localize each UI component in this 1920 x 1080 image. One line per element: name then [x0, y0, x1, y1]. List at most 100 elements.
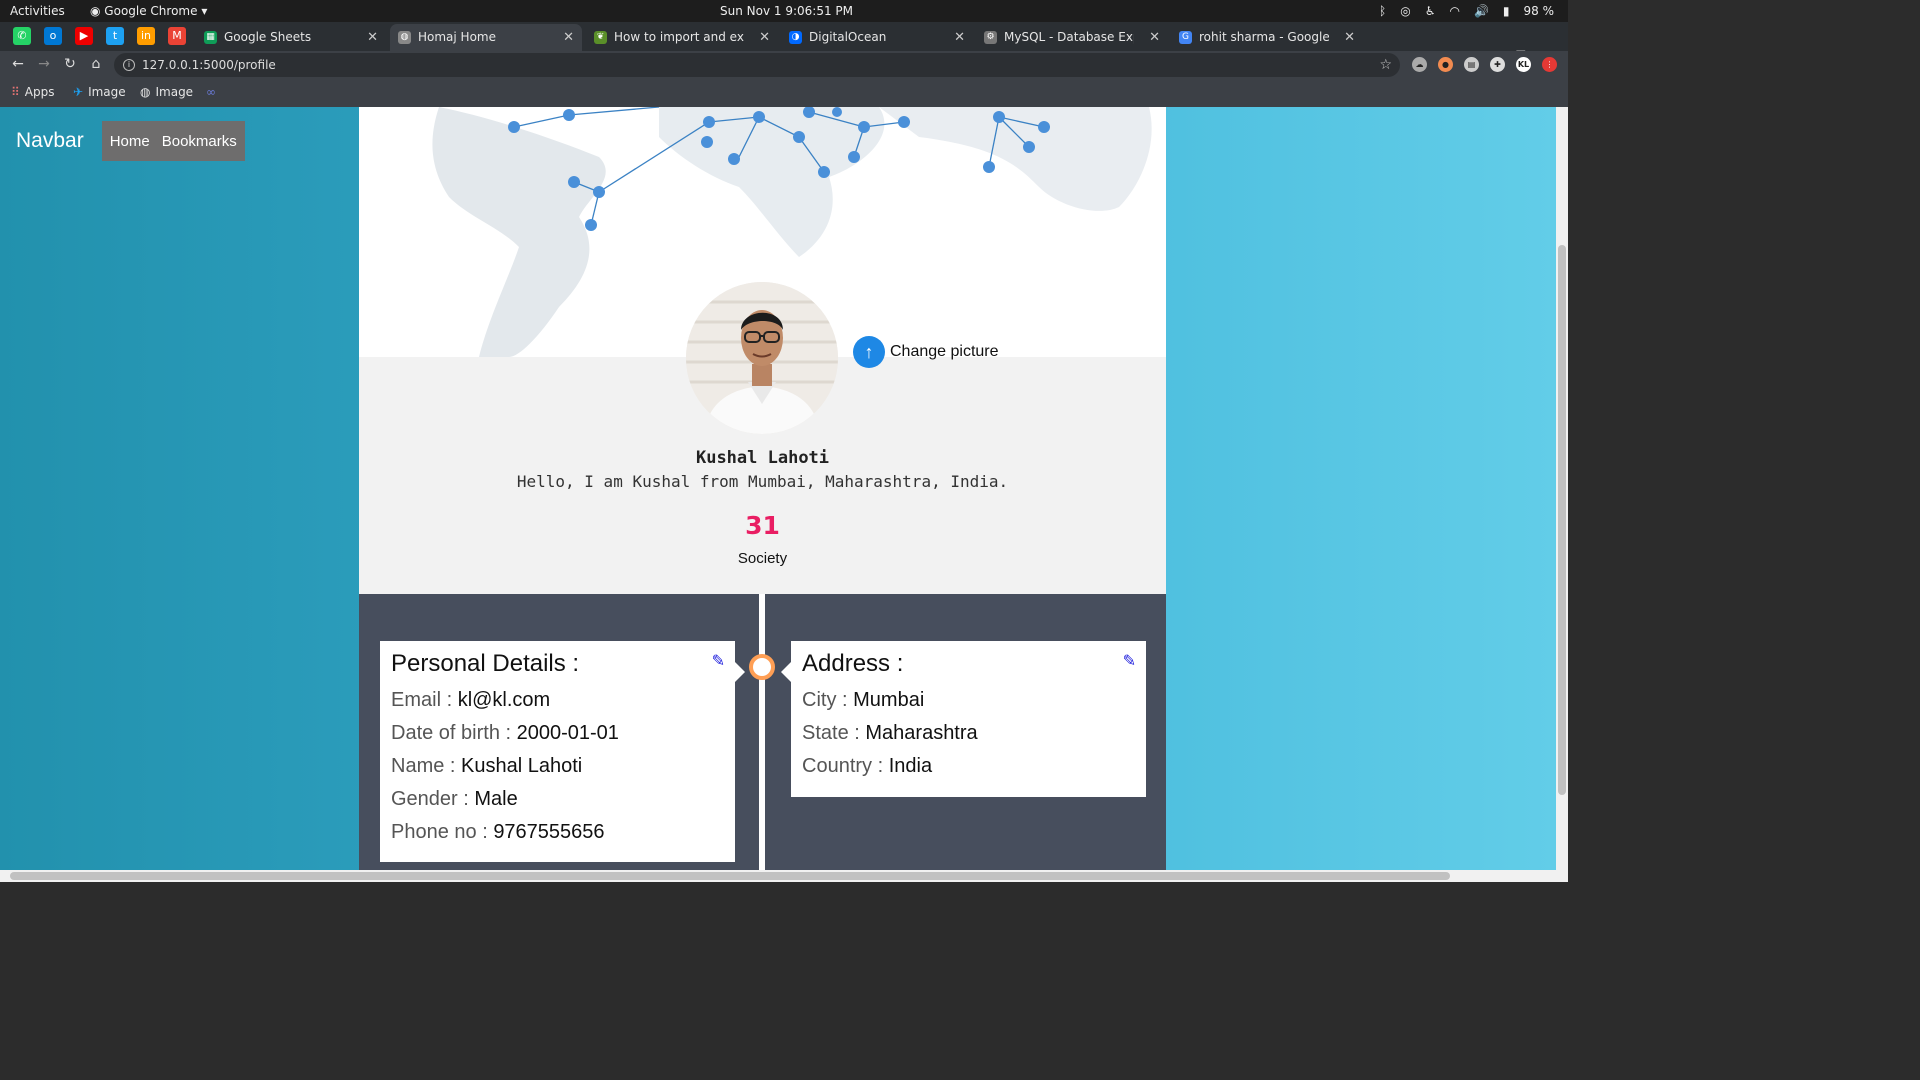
email-row: Email : kl@kl.com — [391, 684, 724, 717]
outlook-pinned-tab[interactable]: o — [44, 27, 62, 45]
globe-icon: ◍ — [140, 85, 151, 99]
edit-personal-pencil-icon[interactable]: ✎ — [712, 651, 725, 671]
chrome-remote-icon: ◎ — [1400, 4, 1411, 18]
nav-home-link[interactable]: Home — [110, 133, 150, 150]
upload-arrow-icon: ↑ — [853, 336, 885, 368]
tab-google-search[interactable]: G rohit sharma - Google Sea ✕ — [1171, 24, 1363, 51]
whatsapp-icon: ✆ — [17, 29, 27, 42]
navbar-brand[interactable]: Navbar — [16, 129, 84, 153]
vertical-scroll-thumb[interactable] — [1558, 245, 1566, 795]
nav-bookmarks-link[interactable]: Bookmarks — [162, 133, 237, 150]
twitter-icon: t — [112, 29, 118, 42]
country-row: Country : India — [802, 750, 1135, 783]
system-tray[interactable]: ᛒ ◎ ♿ ◠ 🔊 ▮ 98 % — [1379, 4, 1554, 18]
whatsapp-pinned-tab[interactable]: ✆ — [13, 27, 31, 45]
close-icon[interactable]: ✕ — [367, 24, 378, 51]
app-menu[interactable]: ◉ Google Chrome ▾ — [90, 4, 207, 18]
twitter-pinned-tab[interactable]: t — [106, 27, 124, 45]
bookmark-image-twitter[interactable]: ✈ Image — [73, 85, 126, 99]
field-label: Country : — [802, 755, 884, 777]
close-icon[interactable]: ✕ — [563, 24, 574, 51]
tab-title: DigitalOcean — [809, 30, 887, 44]
gender-row: Gender : Male — [391, 783, 724, 816]
tab-title: How to import and expor — [614, 30, 744, 44]
name-value: Kushal Lahoti — [461, 755, 583, 777]
tab-title: Google Sheets — [224, 30, 312, 44]
card-pointer-right — [781, 662, 791, 682]
activities-button[interactable]: Activities — [10, 4, 65, 18]
forward-icon[interactable]: → — [35, 56, 53, 72]
edit-address-pencil-icon[interactable]: ✎ — [1123, 651, 1136, 671]
battery-level: 98 % — [1523, 4, 1555, 18]
gender-value: Male — [474, 788, 518, 810]
youtube-icon: ▶ — [79, 29, 89, 42]
gmail-pinned-tab[interactable]: M — [168, 27, 186, 45]
os-top-bar: Activities ◉ Google Chrome ▾ Sun Nov 1 9… — [0, 0, 1568, 22]
profile-avatar[interactable]: KL — [1516, 57, 1531, 72]
vertical-scrollbar[interactable] — [1556, 107, 1568, 870]
bookmark-extra[interactable]: ∞ — [206, 85, 216, 99]
tab-google-sheets[interactable]: ▦ Google Sheets ✕ — [196, 24, 386, 51]
bookmarks-bar: ⠿ Apps ✈ Image ◍ Image ∞ — [0, 79, 1568, 107]
apps-grid-icon: ⠿ — [11, 85, 20, 99]
card-pointer-left — [735, 662, 745, 682]
field-label: Name : — [391, 755, 456, 777]
horizontal-scrollbar[interactable] — [0, 870, 1568, 882]
phone-value: 9767555656 — [493, 821, 605, 843]
society-count: 31 — [745, 511, 780, 540]
close-icon[interactable]: ✕ — [759, 24, 770, 51]
wifi-icon: ◠ — [1449, 4, 1460, 18]
home-icon[interactable]: ⌂ — [87, 56, 105, 72]
horizontal-scroll-thumb[interactable] — [10, 872, 1450, 880]
close-icon[interactable]: ✕ — [1344, 24, 1355, 51]
info-icon[interactable]: i — [123, 59, 135, 71]
puzzle-extensions-icon[interactable]: ✚ — [1490, 57, 1505, 72]
tab-strip: ✆ o ▶ t in M ▦ Google Sheets ✕ ◍ Homaj H… — [0, 22, 1568, 68]
twitter-icon: ✈ — [73, 85, 84, 99]
reload-icon[interactable]: ↻ — [61, 56, 79, 72]
page-viewport: Navbar Home Bookmarks ↑ Change picture K… — [0, 107, 1556, 870]
profile-bio: Hello, I am Kushal from Mumbai, Maharash… — [516, 472, 1009, 491]
tab-how-to-import[interactable]: ❦ How to import and expor ✕ — [586, 24, 778, 51]
phone-row: Phone no : 9767555656 — [391, 816, 724, 849]
address-card: Address : ✎ City : Mumbai State : Mahara… — [791, 641, 1146, 797]
change-picture-label: Change picture — [890, 343, 999, 360]
field-label: City : — [802, 689, 848, 711]
change-picture-button[interactable]: ↑ Change picture — [853, 336, 999, 368]
address-heading: Address : — [802, 650, 904, 677]
state-row: State : Maharashtra — [802, 717, 1135, 750]
bookmark-star-icon[interactable]: ☆ — [1379, 53, 1392, 77]
society-count-label: Society — [737, 550, 788, 567]
personal-details-heading: Personal Details : — [391, 650, 580, 677]
tab-homaj-home[interactable]: ◍ Homaj Home ✕ — [390, 24, 582, 51]
address-bar[interactable]: i 127.0.0.1:5000/profile ☆ — [114, 53, 1400, 77]
tab-digitalocean[interactable]: ◑ DigitalOcean ✕ — [781, 24, 973, 51]
dark-reader-extension-icon[interactable]: ▤ — [1464, 57, 1479, 72]
tab-title: MySQL - Database Export — [1004, 30, 1134, 44]
globe-icon: ◍ — [398, 31, 411, 44]
internshala-pinned-tab[interactable]: in — [137, 27, 155, 45]
extensions-area: ☁ ● ▤ ✚ KL ⋮ — [1412, 57, 1557, 72]
youtube-pinned-tab[interactable]: ▶ — [75, 27, 93, 45]
name-row: Name : Kushal Lahoti — [391, 750, 724, 783]
field-label: Gender : — [391, 788, 469, 810]
bookmark-image-globe[interactable]: ◍ Image — [140, 85, 193, 99]
close-icon[interactable]: ✕ — [954, 24, 965, 51]
profile-card: ↑ Change picture Kushal Lahoti Hello, I … — [359, 107, 1166, 870]
nav-links: Home Bookmarks — [101, 121, 245, 161]
field-label: Email : — [391, 689, 453, 711]
article-icon: ❦ — [594, 31, 607, 44]
back-icon[interactable]: ← — [9, 56, 27, 72]
orange-extension-icon[interactable]: ● — [1438, 57, 1453, 72]
profile-avatar-image[interactable] — [686, 282, 838, 434]
timeline-divider — [759, 594, 765, 870]
clock[interactable]: Sun Nov 1 9:06:51 PM — [720, 4, 853, 18]
tab-mysql-export[interactable]: ⚙ MySQL - Database Export ✕ — [976, 24, 1168, 51]
dob-row: Date of birth : 2000-01-01 — [391, 717, 724, 750]
cloud-extension-icon[interactable]: ☁ — [1412, 57, 1427, 72]
close-icon[interactable]: ✕ — [1149, 24, 1160, 51]
site-navbar: Navbar Home Bookmarks — [16, 121, 245, 161]
update-menu-icon[interactable]: ⋮ — [1542, 57, 1557, 72]
outlook-icon: o — [49, 29, 57, 42]
bookmark-apps[interactable]: ⠿ Apps — [11, 85, 55, 99]
